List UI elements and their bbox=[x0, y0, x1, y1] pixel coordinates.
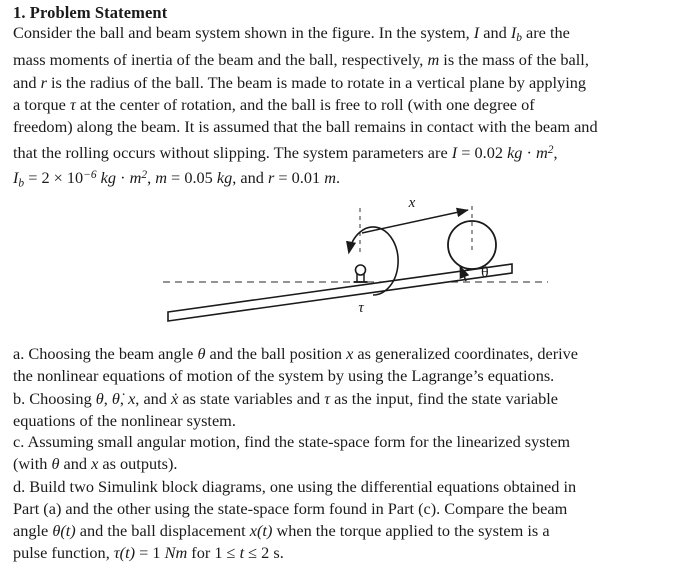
symbol-x: x bbox=[249, 521, 257, 541]
part-text: for 1 ≤ bbox=[187, 543, 240, 563]
part-text: b. Choosing bbox=[13, 388, 96, 408]
unit-nm: Nm bbox=[164, 543, 188, 563]
document-page: 1. Problem Statement Consider the ball a… bbox=[0, 0, 700, 588]
part-c-line-1: c. Assuming small angular motion, find t… bbox=[13, 432, 571, 451]
exponent-minus6: −6 bbox=[83, 169, 97, 182]
unit-m: m bbox=[324, 168, 336, 188]
page-title: 1. Problem Statement bbox=[13, 3, 168, 22]
symbol-of-t: (t) bbox=[119, 543, 136, 563]
part-text: , bbox=[103, 388, 112, 408]
tau-label: τ bbox=[358, 300, 364, 316]
part-d-line-1: d. Build two Simulink block diagrams, on… bbox=[13, 476, 577, 496]
part-text: as outputs). bbox=[98, 454, 178, 474]
unit-m: m bbox=[536, 142, 548, 162]
symbol-of-t: (t) bbox=[60, 521, 76, 541]
part-text: (with bbox=[13, 454, 52, 474]
part-c-line-2: (with θ and x as outputs). bbox=[13, 453, 689, 475]
unit-kg: kg bbox=[216, 168, 233, 188]
part-text: angle bbox=[13, 521, 53, 541]
x-distance-arrow bbox=[361, 207, 469, 234]
part-text: a. Choosing the beam angle bbox=[13, 344, 198, 363]
unit-m: m bbox=[129, 168, 142, 188]
intro-text: , bbox=[553, 142, 558, 162]
operator-equals: = bbox=[274, 168, 292, 188]
intro-text: , bbox=[147, 168, 156, 188]
part-text: as generalized coordinates, derive bbox=[353, 344, 579, 363]
symbol-of-t: (t) bbox=[257, 521, 273, 541]
intro-text: , and bbox=[232, 168, 268, 188]
part-text: and the ball position bbox=[205, 344, 347, 363]
intro-text: at the center of rotation, and the ball … bbox=[75, 95, 535, 115]
beam bbox=[167, 263, 513, 322]
value-r: 0.01 bbox=[291, 168, 325, 188]
parts-c-d-paragraph: c. Assuming small angular motion, find t… bbox=[13, 431, 689, 565]
operator-dot: · bbox=[116, 168, 130, 188]
part-text: and the ball displacement bbox=[75, 521, 250, 541]
part-text: as state variables and bbox=[178, 388, 325, 408]
intro-text: . bbox=[335, 168, 341, 188]
part-b-line-2: equations of the nonlinear system. bbox=[13, 410, 236, 430]
operator-equals: = bbox=[166, 168, 185, 188]
part-d-line-2: Part (a) and the other using the state-s… bbox=[13, 498, 568, 518]
symbol-m: m bbox=[427, 50, 440, 70]
part-a-line-2: the nonlinear equations of motion of the… bbox=[13, 366, 555, 386]
part-a-line-1: a. Choosing the beam angle θ and the bal… bbox=[13, 343, 689, 365]
intro-text: a torque bbox=[13, 95, 70, 115]
part-text: when the torque applied to the system is… bbox=[272, 521, 550, 541]
value-I: = 0.02 bbox=[457, 142, 508, 162]
intro-text: and bbox=[479, 23, 511, 42]
intro-text: Consider the ball and beam system shown … bbox=[13, 23, 474, 42]
intro-line-2: mass moments of inertia of the beam and … bbox=[13, 49, 689, 71]
operator-equals: = bbox=[24, 168, 42, 188]
intro-line-3: and r is the radius of the ball. The bea… bbox=[13, 72, 689, 94]
intro-line-4: a torque τ at the center of rotation, an… bbox=[13, 94, 689, 116]
symbol-theta-dot: θ̇ bbox=[111, 388, 120, 408]
value-torque: = 1 bbox=[135, 543, 165, 563]
symbol-theta: θ bbox=[95, 388, 104, 408]
part-b-line-1: b. Choosing θ, θ̇, x, and ẋ as state var… bbox=[13, 388, 689, 410]
intro-line-6: that the rolling occurs without slipping… bbox=[13, 139, 689, 165]
part-text: as the input, find the state variable bbox=[330, 388, 558, 408]
intro-line-1: Consider the ball and beam system shown … bbox=[13, 22, 689, 49]
theta-label: θ bbox=[481, 264, 489, 281]
pivot-support bbox=[353, 264, 368, 283]
part-text: and bbox=[59, 454, 92, 474]
value-m: 0.05 bbox=[184, 168, 217, 188]
part-d-line-3: angle θ(t) and the ball displacement x(t… bbox=[13, 520, 689, 542]
intro-text: mass moments of inertia of the beam and … bbox=[13, 50, 428, 70]
part-d-line-4: pulse function, τ(t) = 1 Nm for 1 ≤ t ≤ … bbox=[13, 542, 689, 564]
intro-line-5: freedom) along the beam. It is assumed t… bbox=[13, 117, 598, 137]
part-text: , and bbox=[135, 388, 172, 408]
intro-text: are the bbox=[521, 23, 570, 42]
operator-dot: · bbox=[522, 142, 536, 162]
ball-and-beam-figure: x τ θ bbox=[0, 190, 700, 338]
part-text: ≤ 2 s. bbox=[244, 543, 284, 563]
parts-a-b-paragraph: a. Choosing the beam angle θ and the bal… bbox=[13, 343, 689, 432]
part-text: pulse function, bbox=[13, 543, 114, 563]
ball bbox=[447, 220, 497, 270]
intro-text: that the rolling occurs without slipping… bbox=[13, 142, 452, 162]
part-text: , bbox=[119, 388, 129, 408]
intro-text: and bbox=[13, 72, 41, 92]
value-Ib: 2 × 10 bbox=[41, 168, 84, 188]
x-label: x bbox=[408, 195, 416, 211]
intro-text: is the mass of the ball, bbox=[439, 50, 589, 70]
symbol-m: m bbox=[155, 168, 167, 188]
unit-kg: kg bbox=[96, 168, 117, 188]
unit-kg: kg bbox=[507, 142, 523, 162]
problem-statement-paragraph: Consider the ball and beam system shown … bbox=[13, 22, 689, 195]
intro-text: is the radius of the ball. The beam is m… bbox=[46, 72, 586, 92]
